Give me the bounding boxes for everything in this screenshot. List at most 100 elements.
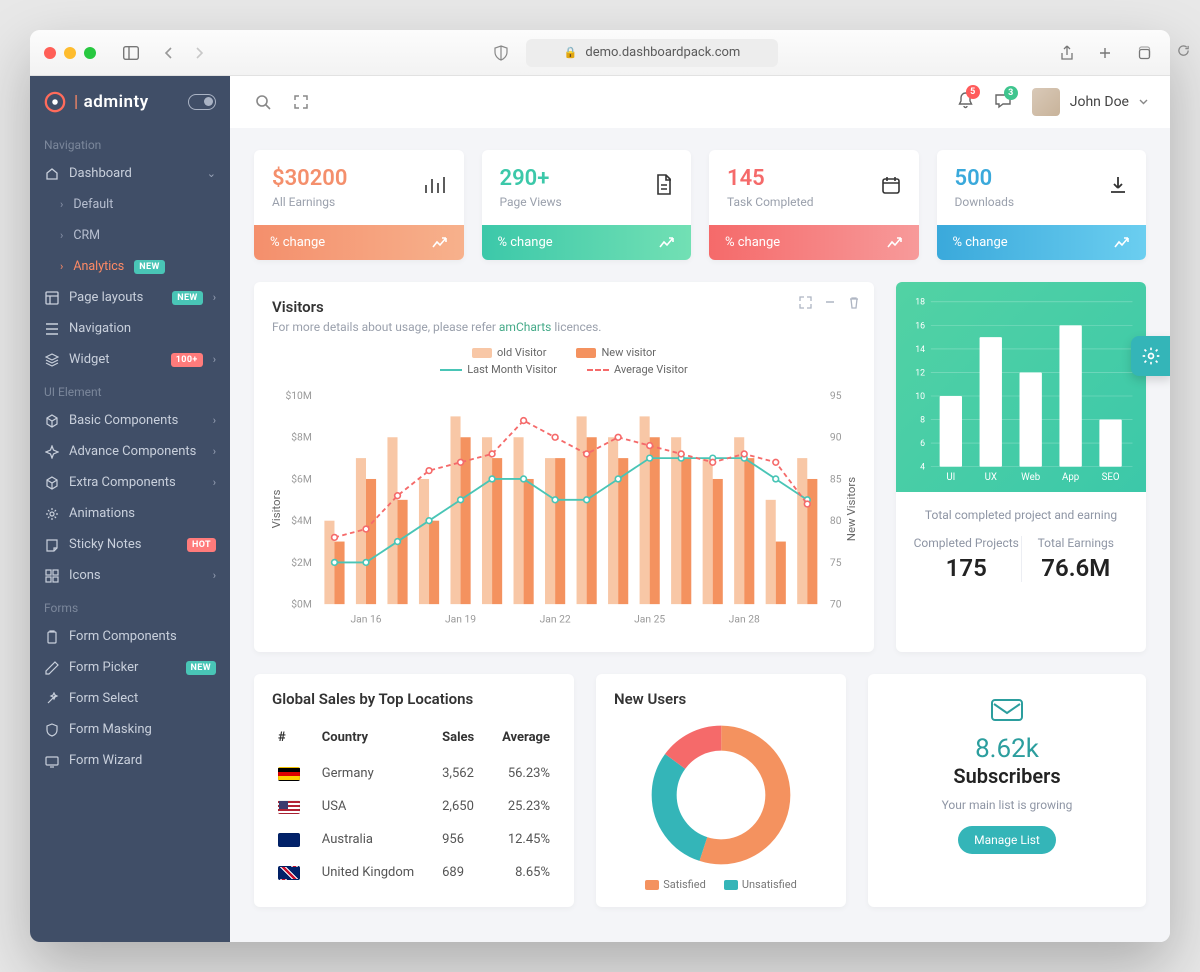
stat-card-2[interactable]: 145 Task Completed % change [709,150,919,260]
stat-card-3[interactable]: 500Downloads% change [937,150,1147,260]
table-row[interactable]: USA2,65025.23% [272,790,556,823]
sidebar-item-dashboard[interactable]: Dashboard⌄ [30,158,230,189]
search-icon[interactable] [252,94,274,110]
user-menu[interactable]: John Doe [1032,88,1148,116]
sidebar-item-widget[interactable]: Widget100+› [30,344,230,375]
shield-icon[interactable] [488,40,514,66]
chevron-icon: › [213,414,216,427]
nav-pill: NEW [134,260,165,274]
address-bar[interactable]: 🔒 demo.dashboardpack.com [526,39,778,67]
new-users-title: New Users [614,690,828,708]
subs-count: 8.62k [886,734,1128,764]
main: $30200All Earnings% change290+Page Views… [230,128,1170,942]
sidebar-item-animations[interactable]: Animations [30,498,230,529]
svg-text:Jan 28: Jan 28 [729,612,760,625]
avatar [1032,88,1060,116]
tv-icon [44,754,59,768]
svg-text:80: 80 [830,514,842,527]
sidebar-item-basic-components[interactable]: Basic Components› [30,405,230,436]
window-close[interactable] [44,47,56,59]
window-controls [44,47,96,59]
app-root: |adminty Navigation Dashboard⌄›Default›CR… [30,76,1170,942]
manage-list-button[interactable]: Manage List [958,826,1056,854]
sidebar-item-sticky-notes[interactable]: Sticky NotesHOT [30,529,230,560]
svg-text:4: 4 [920,463,925,473]
sidebar-nav: Navigation Dashboard⌄›Default›CRM›Analyti… [30,128,230,776]
trend-icon [1114,237,1130,249]
sidebar-item-icons[interactable]: Icons› [30,560,230,591]
stat-icon [1108,175,1128,201]
svg-text:10: 10 [915,392,925,402]
sidebar-item-extra-components[interactable]: Extra Components› [30,467,230,498]
table-row[interactable]: Australia95612.45% [272,823,556,856]
nav-section-title: Forms [30,591,230,621]
sidebar-collapse-toggle[interactable] [188,94,216,110]
fullscreen-icon[interactable] [290,94,312,110]
brand[interactable]: |adminty [44,91,149,113]
stat-card-0[interactable]: $30200All Earnings% change [254,150,464,260]
brand-bar: |adminty [30,76,230,128]
sidebar-subitem-default[interactable]: ›Default [30,189,230,220]
projects-completed-value: 175 [912,554,1021,582]
svg-text:18: 18 [915,298,925,308]
messages-button[interactable]: 3 [994,92,1012,113]
sidebar-toggle-icon[interactable] [118,40,144,66]
table-row[interactable]: United Kingdom6898.65% [272,856,556,889]
card-remove-icon[interactable] [848,296,860,313]
sidebar-item-advance-components[interactable]: Advance Components› [30,436,230,467]
notif-badge: 5 [966,85,980,99]
table-row[interactable]: Germany3,56256.23% [272,757,556,790]
visitors-sub: For more details about usage, please ref… [272,320,856,334]
content: $30200All Earnings% change290+Page Views… [230,128,1170,942]
sidebar-item-navigation[interactable]: Navigation [30,313,230,344]
tabs-icon[interactable] [1130,40,1156,66]
nav-forward-icon[interactable] [186,40,212,66]
projects-sub: Total completed project and earning [912,508,1130,522]
stat-change: % change [953,235,1008,250]
stat-label: Task Completed [727,195,814,209]
sales-table: # Country Sales Average Germany3,56256.2… [272,722,556,889]
svg-text:12: 12 [915,368,925,378]
nav-back-icon[interactable] [156,40,182,66]
chevron-icon: › [213,291,216,304]
pen-icon [44,661,59,675]
card-collapse-icon[interactable] [824,296,836,313]
svg-text:UI: UI [946,472,955,483]
sidebar-item-page-layouts[interactable]: Page layoutsNEW› [30,282,230,313]
trend-icon [432,237,448,249]
svg-text:$6M: $6M [291,472,312,485]
theme-settings-button[interactable] [1131,336,1170,376]
visitors-chart: $0M$2M$4M$6M$8M$10M707580859095VisitorsN… [266,384,862,634]
chevron-icon: › [213,353,216,366]
chevron-icon: › [213,569,216,582]
share-icon[interactable] [1054,40,1080,66]
browser-window: 🔒 demo.dashboardpack.com |adminty [30,30,1170,942]
sidebar-item-form-picker[interactable]: Form PickerNEW [30,652,230,683]
sidebar-item-form-wizard[interactable]: Form Wizard [30,745,230,776]
window-min[interactable] [64,47,76,59]
svg-text:90: 90 [830,431,842,444]
stat-value: 145 [727,166,814,191]
flag-icon [278,767,300,781]
shield-icon [44,723,59,737]
trend-icon [659,237,675,249]
stat-change: % change [725,235,780,250]
new-tab-icon[interactable] [1092,40,1118,66]
sidebar-subitem-crm[interactable]: ›CRM [30,220,230,251]
url-text: demo.dashboardpack.com [585,45,740,60]
sidebar-subitem-analytics[interactable]: ›AnalyticsNEW [30,251,230,282]
svg-text:Jan 25: Jan 25 [634,612,665,625]
svg-text:$8M: $8M [291,431,312,444]
visitors-card: Visitors For more details about usage, p… [254,282,874,652]
card-expand-icon[interactable] [799,296,812,313]
brand-text: adminty [84,92,149,112]
window-max[interactable] [84,47,96,59]
svg-text:Jan 19: Jan 19 [445,612,476,625]
sidebar-item-form-select[interactable]: Form Select [30,683,230,714]
notifications-button[interactable]: 5 [957,91,974,113]
amcharts-link[interactable]: amCharts [499,320,551,334]
stat-card-1[interactable]: 290+Page Views% change [482,150,692,260]
sidebar-item-form-masking[interactable]: Form Masking [30,714,230,745]
sidebar-item-form-components[interactable]: Form Components [30,621,230,652]
flag-icon [278,800,300,814]
